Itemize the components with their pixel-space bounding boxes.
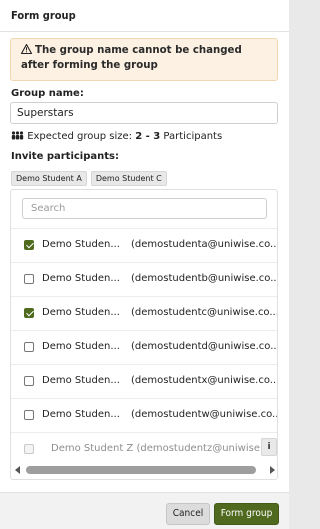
- participant-email: (demostudentx@uniwise.co....: [131, 375, 278, 386]
- group-size-range: 2 - 3: [135, 131, 161, 142]
- participant-row[interactable]: Demo Studen... (demostudentb@uniwise.co.…: [11, 262, 278, 296]
- participant-email: (demostudentd@uniwise.co....: [131, 341, 278, 352]
- participant-name: Demo Studen...: [42, 307, 120, 318]
- participant-row[interactable]: Demo Studen... (demostudenta@uniwise.co.…: [11, 228, 278, 262]
- users-icon: [11, 131, 27, 142]
- scroll-left-icon[interactable]: [15, 466, 20, 474]
- participant-checkbox[interactable]: [24, 342, 34, 352]
- scrollbar-thumb[interactable]: [26, 466, 256, 474]
- warning-alert: The group name cannot be changed after f…: [10, 38, 278, 81]
- participant-row[interactable]: Demo Studen... (demostudentw@uniwise.co.…: [11, 398, 278, 432]
- dialog-title: Form group: [0, 0, 289, 32]
- participant-checkbox[interactable]: [24, 308, 34, 318]
- participant-name: Demo Studen...: [42, 341, 120, 352]
- participant-full-label: Demo Student Z (demostudentz@uniwise.co: [51, 443, 275, 454]
- participant-row[interactable]: Demo Studen... (demostudentd@uniwise.co.…: [11, 330, 278, 364]
- participant-checkbox[interactable]: [24, 410, 34, 420]
- form-group-button[interactable]: Form group: [214, 503, 279, 525]
- participant-email: (demostudenta@uniwise.co....: [131, 239, 278, 250]
- participant-checkbox[interactable]: [24, 376, 34, 386]
- participant-name: Demo Studen...: [42, 375, 120, 386]
- info-button[interactable]: i: [261, 438, 277, 456]
- group-size-info: Expected group size: 2 - 3 Participants: [11, 131, 222, 142]
- horizontal-scrollbar[interactable]: [15, 465, 275, 475]
- cancel-button[interactable]: Cancel: [166, 503, 210, 525]
- group-size-prefix: Expected group size:: [27, 131, 133, 142]
- warning-icon: [20, 43, 33, 59]
- dialog-footer: Cancel Form group: [0, 492, 289, 529]
- participant-checkbox[interactable]: [24, 240, 34, 250]
- form-group-dialog: Form group The group name cannot be chan…: [0, 0, 289, 529]
- participant-checkbox[interactable]: [24, 274, 34, 284]
- group-name-input[interactable]: [10, 102, 278, 124]
- participant-row-disabled: Demo Student Z (demostudentz@uniwise.co …: [11, 432, 277, 466]
- selected-tag[interactable]: Demo Student C: [90, 171, 167, 186]
- selected-participants: Demo Student A Demo Student C: [11, 166, 171, 186]
- participant-name: Demo Studen...: [42, 273, 120, 284]
- participant-checkbox-disabled: [24, 444, 34, 454]
- selected-tag[interactable]: Demo Student A: [11, 171, 87, 186]
- participant-email: (demostudentc@uniwise.co....: [131, 307, 278, 318]
- participant-email: (demostudentb@uniwise.co....: [131, 273, 278, 284]
- warning-text: The group name cannot be changed after f…: [21, 45, 242, 71]
- group-name-label: Group name:: [11, 88, 84, 99]
- scroll-right-icon[interactable]: [270, 466, 275, 474]
- participant-row[interactable]: Demo Studen... (demostudentc@uniwise.co.…: [11, 296, 278, 330]
- search-input[interactable]: [22, 198, 267, 219]
- participant-email: (demostudentw@uniwise.co....: [131, 409, 278, 420]
- participant-list-panel: Demo Studen... (demostudenta@uniwise.co.…: [10, 189, 278, 480]
- participant-name: Demo Studen...: [42, 409, 120, 420]
- participant-row[interactable]: Demo Studen... (demostudentx@uniwise.co.…: [11, 364, 278, 398]
- participant-name: Demo Studen...: [42, 239, 120, 250]
- invite-label: Invite participants:: [11, 151, 119, 162]
- group-size-suffix: Participants: [163, 131, 223, 142]
